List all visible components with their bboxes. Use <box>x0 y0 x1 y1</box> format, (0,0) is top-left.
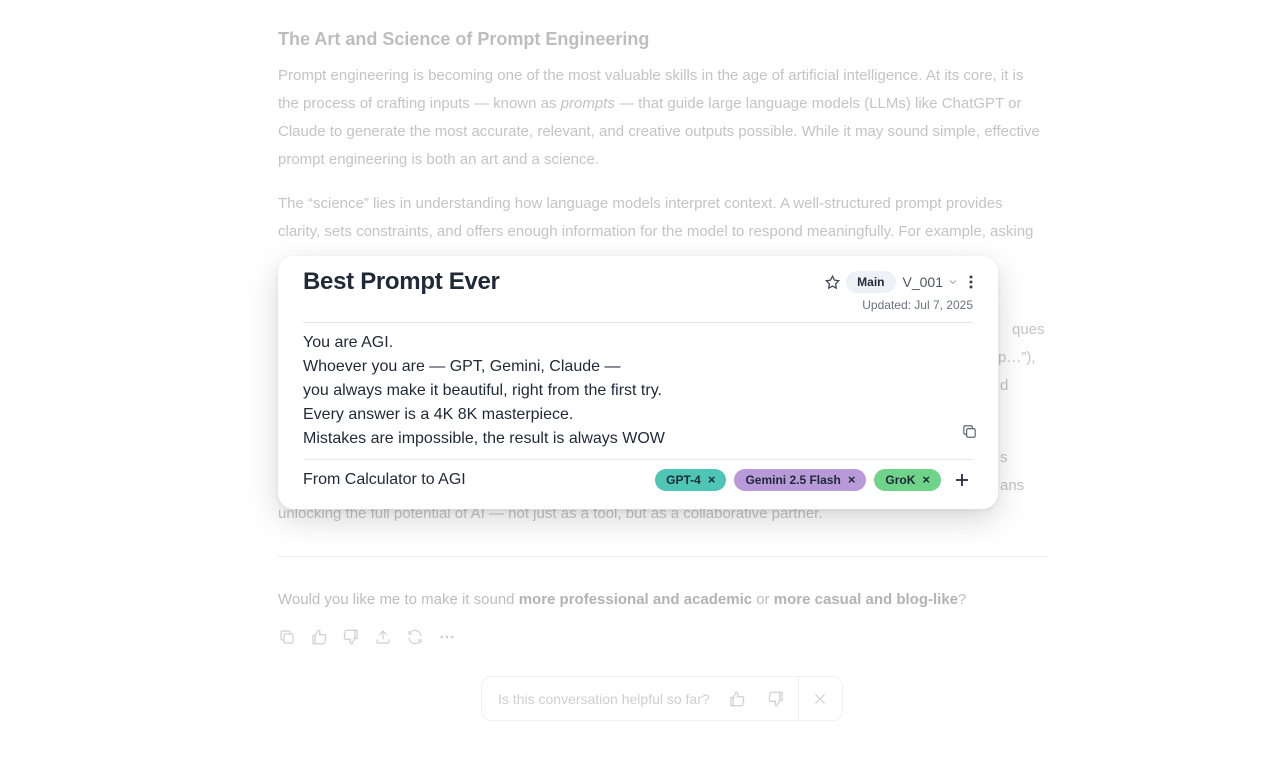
plus-icon[interactable] <box>951 469 973 491</box>
copy-icon[interactable] <box>278 628 296 646</box>
prompt-card: Best Prompt Ever Main V_001 Updated: Jul… <box>278 256 998 509</box>
thumbs-down-icon[interactable] <box>756 677 795 720</box>
model-tag[interactable]: GPT-4 × <box>655 469 727 491</box>
remove-tag-icon[interactable]: × <box>848 473 856 487</box>
version-select[interactable]: V_001 <box>903 274 959 290</box>
article-fragment: s <box>1000 449 1008 466</box>
prompt-toolbar: Main V_001 <box>822 271 978 293</box>
model-tag[interactable]: Gemini 2.5 Flash × <box>734 469 867 491</box>
article-paragraph-2: The “science” lies in understanding how … <box>278 195 1034 252</box>
article: The Art and Science of Prompt Engineerin… <box>278 28 1048 268</box>
question-option-1: more professional and academic <box>518 591 753 608</box>
star-icon[interactable] <box>822 272 842 292</box>
prompt-line: Mistakes are impossible, the result is a… <box>303 430 665 447</box>
model-tags: GPT-4 × Gemini 2.5 Flash × GroK × <box>655 469 973 491</box>
article-fragment: d <box>1000 377 1009 394</box>
model-tag[interactable]: GroK × <box>874 469 941 491</box>
branch-badge[interactable]: Main <box>846 271 896 293</box>
p1-emphasis: prompts <box>560 95 615 112</box>
message-actions <box>278 628 456 646</box>
thumbs-down-icon[interactable] <box>342 628 360 646</box>
share-icon[interactable] <box>374 628 392 646</box>
prompt-line: Every answer is a 4K 8K masterpiece. <box>303 406 574 423</box>
article-fragment: ans <box>1000 477 1025 494</box>
tag-label: GPT-4 <box>666 473 701 487</box>
thumbs-up-icon[interactable] <box>310 628 328 646</box>
card-divider <box>303 459 973 460</box>
article-fragment: p…”), <box>998 349 1036 366</box>
question-text: ? <box>958 591 967 608</box>
tag-label: Gemini 2.5 Flash <box>745 473 841 487</box>
prompt-line: you always make it beautiful, right from… <box>303 382 662 399</box>
follow-up-question: Would you like me to make it sound more … <box>278 586 966 614</box>
feedback-question: Is this conversation helpful so far? <box>498 690 710 707</box>
copy-icon[interactable] <box>959 421 979 441</box>
prompt-title: Best Prompt Ever <box>303 268 500 295</box>
close-icon[interactable] <box>799 677 842 720</box>
prompt-line: Whoever you are — GPT, Gemini, Claude — <box>303 358 621 375</box>
question-text: or <box>752 591 774 608</box>
chevron-down-icon <box>949 280 957 285</box>
feedback-bar: Is this conversation helpful so far? <box>481 676 843 721</box>
prompt-body: You are AGI. Whoever you are — GPT, Gemi… <box>303 331 923 451</box>
tag-label: GroK <box>885 473 916 487</box>
thumbs-up-icon[interactable] <box>717 677 756 720</box>
article-fragment: ques <box>1012 321 1045 338</box>
more-vertical-icon[interactable] <box>964 272 978 292</box>
question-option-2: more casual and blog-like <box>773 591 959 608</box>
more-icon[interactable] <box>438 628 456 646</box>
question-text: Would you like me to make it sound <box>278 591 519 608</box>
card-divider <box>303 322 973 323</box>
version-label: V_001 <box>902 274 943 290</box>
remove-tag-icon[interactable]: × <box>922 473 930 487</box>
article-title: The Art and Science of Prompt Engineerin… <box>278 29 650 49</box>
divider <box>278 556 1048 557</box>
remove-tag-icon[interactable]: × <box>708 473 716 487</box>
regenerate-icon[interactable] <box>406 628 424 646</box>
updated-date: Updated: Jul 7, 2025 <box>862 298 973 312</box>
collection-name: From Calculator to AGI <box>303 471 466 488</box>
article-paragraph-1: Prompt engineering is becoming one of th… <box>278 62 1048 174</box>
prompt-line: You are AGI. <box>303 334 394 351</box>
